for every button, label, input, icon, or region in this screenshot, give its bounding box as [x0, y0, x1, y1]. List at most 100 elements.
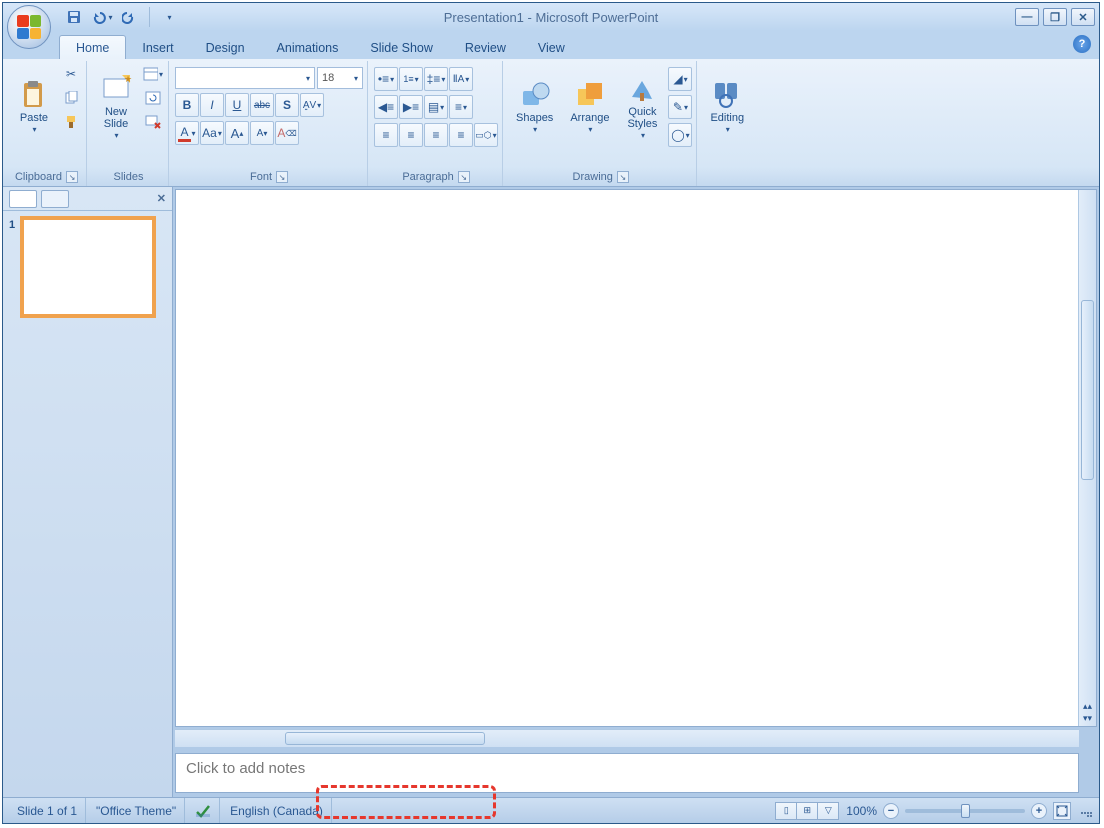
restore-button[interactable]: ❐ — [1043, 8, 1067, 26]
align-right-button[interactable]: ≡ — [424, 123, 448, 147]
scroll-thumb[interactable] — [1081, 300, 1094, 480]
line-spacing-button[interactable]: ‡≡▾ — [424, 67, 448, 91]
shadow-button[interactable]: S — [275, 93, 299, 117]
slide-thumbnail[interactable] — [23, 219, 153, 315]
next-slide-icon[interactable]: ▾▾ — [1083, 713, 1092, 724]
notes-pane[interactable]: Click to add notes — [175, 753, 1079, 793]
tab-animations[interactable]: Animations — [261, 36, 355, 59]
sorter-view-button[interactable]: ⊞ — [796, 802, 818, 820]
pane-tabs: ✕ — [3, 187, 172, 211]
bold-button[interactable]: B — [175, 93, 199, 117]
clear-formatting-button[interactable]: A⌫ — [275, 121, 299, 145]
dialog-launcher[interactable]: ↘ — [66, 171, 78, 183]
smartart-button[interactable]: ▭⬡▾ — [474, 123, 498, 147]
delete-slide-button[interactable] — [142, 111, 164, 133]
close-button[interactable]: ✕ — [1071, 8, 1095, 26]
redo-button[interactable] — [119, 6, 141, 28]
font-size-combo[interactable]: 18▾ — [317, 67, 363, 89]
reset-icon — [145, 91, 161, 105]
help-button[interactable]: ? — [1073, 35, 1091, 53]
char-spacing-button[interactable]: A͍V▾ — [300, 93, 324, 117]
find-icon — [711, 79, 743, 111]
dialog-launcher[interactable]: ↘ — [276, 171, 288, 183]
align-text-button[interactable]: ≡▾ — [449, 95, 473, 119]
fit-to-window-button[interactable] — [1053, 802, 1071, 820]
theme-indicator[interactable]: "Office Theme" — [88, 798, 185, 823]
numbering-icon: 1≡ — [403, 74, 413, 84]
quick-styles-icon — [626, 73, 658, 105]
tab-design[interactable]: Design — [190, 36, 261, 59]
align-center-button[interactable]: ≡ — [399, 123, 423, 147]
prev-slide-icon[interactable]: ▴▴ — [1083, 701, 1092, 712]
zoom-level[interactable]: 100% — [846, 804, 877, 818]
bullets-button[interactable]: •≡▾ — [374, 67, 398, 91]
outline-tab[interactable] — [41, 190, 69, 208]
grow-font-button[interactable]: A▴ — [225, 121, 249, 145]
arrange-button[interactable]: Arrange▾ — [563, 63, 616, 149]
shape-fill-button[interactable]: ◢▾ — [668, 67, 692, 91]
slide-canvas[interactable] — [176, 190, 1078, 726]
shapes-button[interactable]: Shapes▾ — [509, 63, 560, 149]
align-left-button[interactable]: ≡ — [374, 123, 398, 147]
increase-indent-button[interactable]: ▶≡ — [399, 95, 423, 119]
strike-button[interactable]: abc — [250, 93, 274, 117]
horizontal-scrollbar[interactable] — [175, 729, 1079, 747]
spellcheck-button[interactable] — [187, 798, 220, 823]
group-label: Font — [250, 171, 272, 183]
dialog-launcher[interactable]: ↘ — [458, 171, 470, 183]
tab-slideshow[interactable]: Slide Show — [354, 36, 449, 59]
tab-insert[interactable]: Insert — [126, 36, 189, 59]
office-button[interactable] — [7, 5, 51, 49]
new-slide-icon: ★ — [100, 73, 132, 105]
minimize-button[interactable]: — — [1015, 8, 1039, 26]
dialog-launcher[interactable]: ↘ — [617, 171, 629, 183]
save-button[interactable] — [63, 6, 85, 28]
ribbon: Paste ▾ ✂ Clipboard↘ — [3, 59, 1099, 187]
slides-tab[interactable] — [9, 190, 37, 208]
ribbon-tabs: Home Insert Design Animations Slide Show… — [3, 31, 1099, 59]
zoom-in-button[interactable]: + — [1031, 803, 1047, 819]
language-indicator[interactable]: English (Canada) — [222, 798, 332, 823]
numbering-button[interactable]: 1≡▾ — [399, 67, 423, 91]
shrink-font-button[interactable]: A▾ — [250, 121, 274, 145]
qat-customize[interactable]: ▾ — [158, 6, 180, 28]
format-painter-button[interactable] — [60, 111, 82, 133]
new-slide-button[interactable]: ★ New Slide ▾ — [93, 63, 139, 149]
shape-effects-button[interactable]: ◯▾ — [668, 123, 692, 147]
tab-review[interactable]: Review — [449, 36, 522, 59]
copy-button[interactable] — [60, 87, 82, 109]
tab-home[interactable]: Home — [59, 35, 126, 59]
font-name-combo[interactable]: ▾ — [175, 67, 315, 89]
undo-button[interactable]: ▾ — [91, 6, 113, 28]
justify-button[interactable]: ≡ — [449, 123, 473, 147]
slideshow-view-button[interactable]: ▽ — [817, 802, 839, 820]
slider-handle[interactable] — [961, 804, 970, 818]
bucket-icon: ◢ — [673, 72, 682, 86]
reset-button[interactable] — [142, 87, 164, 109]
vertical-scrollbar[interactable]: ▴▴ ▾▾ — [1078, 190, 1096, 726]
text-direction-icon: ⅡA — [453, 74, 465, 85]
text-direction-button[interactable]: ⅡA▾ — [449, 67, 473, 91]
layout-button[interactable]: ▾ — [142, 63, 164, 85]
normal-view-button[interactable]: ▯ — [775, 802, 797, 820]
resize-grip[interactable] — [1079, 804, 1093, 818]
change-case-button[interactable]: Aa▾ — [200, 121, 224, 145]
zoom-out-button[interactable]: − — [883, 803, 899, 819]
tab-view[interactable]: View — [522, 36, 581, 59]
columns-button[interactable]: ▤▾ — [424, 95, 448, 119]
paste-button[interactable]: Paste ▾ — [11, 63, 57, 149]
italic-button[interactable]: I — [200, 93, 224, 117]
pane-close-button[interactable]: ✕ — [157, 192, 166, 205]
quick-styles-button[interactable]: Quick Styles▾ — [619, 63, 665, 149]
scroll-thumb[interactable] — [285, 732, 485, 745]
align-right-icon: ≡ — [432, 128, 439, 142]
slide-indicator[interactable]: Slide 1 of 1 — [9, 798, 86, 823]
underline-button[interactable]: U — [225, 93, 249, 117]
cut-button[interactable]: ✂ — [60, 63, 82, 85]
zoom-slider[interactable] — [905, 809, 1025, 813]
font-color-button[interactable]: A▾ — [175, 121, 199, 145]
thumbnail-item[interactable]: 1 — [9, 219, 166, 315]
decrease-indent-button[interactable]: ◀≡ — [374, 95, 398, 119]
shape-outline-button[interactable]: ✎▾ — [668, 95, 692, 119]
editing-button[interactable]: Editing▾ — [703, 63, 751, 149]
